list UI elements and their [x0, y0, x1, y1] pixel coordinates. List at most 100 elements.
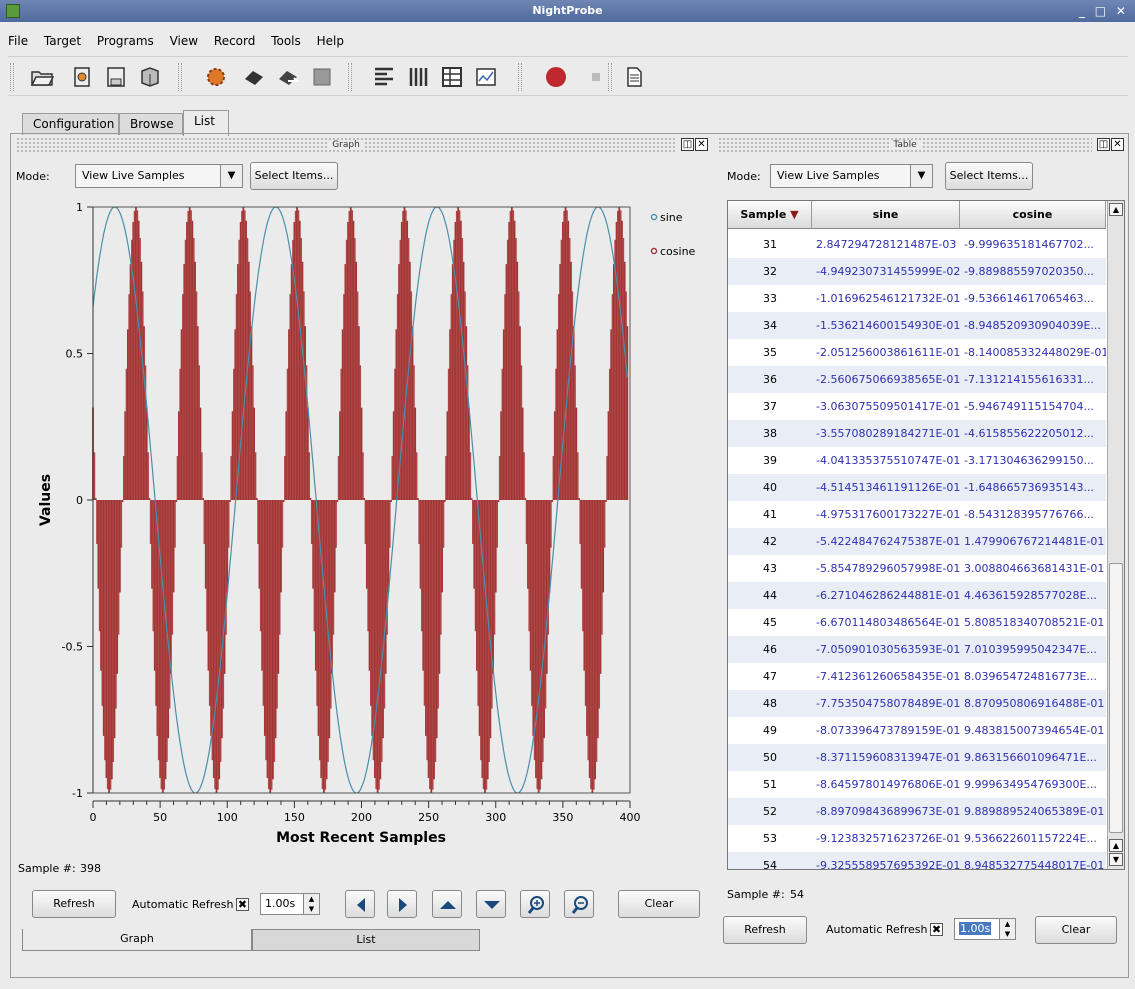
- table-dock-header[interactable]: Table: [718, 137, 1092, 153]
- record-icon[interactable]: [544, 65, 568, 89]
- table-row[interactable]: 35 -2.051256003861611E-01 -8.1400853324480…: [728, 339, 1106, 366]
- table-row[interactable]: 53 -9.123832571623726E-01 9.53662260115722…: [728, 825, 1106, 852]
- table-select-items-button[interactable]: Select Items...: [945, 162, 1033, 190]
- table-row[interactable]: 46 -7.050901030563593E-01 7.01039599504234…: [728, 636, 1106, 663]
- save-icon[interactable]: [104, 65, 128, 89]
- tab-browse[interactable]: Browse: [119, 113, 183, 135]
- columns-icon[interactable]: [406, 65, 430, 89]
- document-icon[interactable]: [622, 65, 646, 89]
- zoom-in-button[interactable]: [520, 890, 550, 918]
- graph-select-items-button[interactable]: Select Items...: [250, 162, 338, 190]
- graph-interval-spinbox[interactable]: 1.00s ▲ ▼: [260, 893, 320, 915]
- memory-icon[interactable]: [310, 65, 334, 89]
- scroll-left-button[interactable]: [345, 890, 375, 918]
- column-header-sample[interactable]: Sample ▼: [728, 201, 812, 229]
- table-row[interactable]: 31 2.847294728121487E-03 -9.99963518146770…: [728, 231, 1106, 258]
- gear-icon[interactable]: [204, 65, 228, 89]
- graph-mode-select[interactable]: View Live Samples ▼: [75, 164, 243, 188]
- scrollbar-thumb[interactable]: [1109, 563, 1123, 833]
- cell-sine: -7.050901030563593E-01: [816, 643, 961, 656]
- table-row[interactable]: 32 -4.949230731455999E-02 -9.8898855970203…: [728, 258, 1106, 285]
- table-close-button[interactable]: ✕: [1111, 138, 1124, 151]
- arrow-down-icon: [484, 901, 500, 909]
- cell-cosine: 9.536622601157224E...: [964, 832, 1097, 845]
- table-icon[interactable]: [440, 65, 464, 89]
- table-auto-refresh-checkbox[interactable]: ✖: [930, 923, 943, 936]
- menu-target[interactable]: Target: [38, 30, 87, 52]
- align-left-icon[interactable]: [372, 65, 396, 89]
- column-header-sine[interactable]: sine: [812, 201, 960, 229]
- graph-refresh-button[interactable]: Refresh: [32, 890, 116, 918]
- table-row[interactable]: 49 -8.073396473789159E-01 9.48381500739465…: [728, 717, 1106, 744]
- table-row[interactable]: 33 -1.016962546121732E-01 -9.5366146170654…: [728, 285, 1106, 312]
- table-row[interactable]: 48 -7.753504758078489E-01 8.87095080691648…: [728, 690, 1106, 717]
- target-icon[interactable]: [70, 65, 94, 89]
- menu-programs[interactable]: Programs: [91, 30, 160, 52]
- scroll-up-button[interactable]: [432, 890, 462, 918]
- scroll-down-arrow-icon[interactable]: ▼: [1109, 853, 1123, 866]
- table-clear-button[interactable]: Clear: [1035, 916, 1117, 944]
- window-controls[interactable]: _ □ ✕: [1079, 0, 1129, 22]
- cell-sine: -9.325558957695392E-01: [816, 859, 961, 870]
- scroll-down-button[interactable]: [476, 890, 506, 918]
- chip-arrow-icon[interactable]: [276, 65, 300, 89]
- graph-float-button[interactable]: ◫: [681, 138, 694, 151]
- table-sample-value: 54: [790, 888, 804, 901]
- table-vertical-scrollbar[interactable]: ▲ ▲ ▼: [1107, 201, 1124, 869]
- menu-help[interactable]: Help: [311, 30, 350, 52]
- table-refresh-button[interactable]: Refresh: [723, 916, 807, 944]
- spin-arrows-icon[interactable]: ▲ ▼: [303, 894, 319, 914]
- table-row[interactable]: 41 -4.975317600173227E-01 -8.5431283957767…: [728, 501, 1106, 528]
- table-row[interactable]: 44 -6.271046286244881E-01 4.46361592857702…: [728, 582, 1106, 609]
- menu-view[interactable]: View: [164, 30, 204, 52]
- bottom-tab-graph[interactable]: Graph: [22, 929, 252, 951]
- cosine-bar: [497, 500, 500, 502]
- table-row[interactable]: 34 -1.536214600154930E-01 -8.9485209309040…: [728, 312, 1106, 339]
- table-row[interactable]: 51 -8.645978014976806E-01 9.99963495476930…: [728, 771, 1106, 798]
- zoom-out-button[interactable]: [564, 890, 594, 918]
- scroll-up-arrow-icon[interactable]: ▲: [1109, 839, 1123, 852]
- table-row[interactable]: 36 -2.560675066938565E-01 -7.1312141556163…: [728, 366, 1106, 393]
- table-row[interactable]: 43 -5.854789296057998E-01 3.00880466368143…: [728, 555, 1106, 582]
- table-float-button[interactable]: ◫: [1097, 138, 1110, 151]
- graph-close-button[interactable]: ✕: [695, 138, 708, 151]
- table-row[interactable]: 45 -6.670114803486564E-01 5.80851834070852…: [728, 609, 1106, 636]
- table-interval-value: 1.00s: [959, 922, 992, 935]
- table-row[interactable]: 40 -4.514513461191126E-01 -1.6486657369351…: [728, 474, 1106, 501]
- x-axis: 0 50 100 150 200 250 300 350 400: [90, 800, 641, 824]
- menu-record[interactable]: Record: [208, 30, 261, 52]
- spin-arrows-icon[interactable]: ▲ ▼: [999, 919, 1015, 939]
- table-interval-spinbox[interactable]: 1.00s ▲ ▼: [954, 918, 1016, 940]
- tab-configuration[interactable]: Configuration: [22, 113, 119, 135]
- open-folder-icon[interactable]: [30, 65, 54, 89]
- graph-icon[interactable]: [474, 65, 498, 89]
- cell-sample: 49: [763, 724, 777, 737]
- cell-sample: 36: [763, 373, 777, 386]
- table-row[interactable]: 47 -7.412361260658435E-01 8.03965472481677…: [728, 663, 1106, 690]
- table-row[interactable]: 54 -9.325558957695392E-01 8.94853277544801…: [728, 852, 1106, 870]
- scroll-up-arrow-icon[interactable]: ▲: [1109, 203, 1123, 216]
- cube-icon[interactable]: [138, 65, 162, 89]
- table-row[interactable]: 38 -3.557080289184271E-01 -4.6158556222050…: [728, 420, 1106, 447]
- cell-sample: 50: [763, 751, 777, 764]
- graph-dock-header[interactable]: Graph: [16, 137, 676, 153]
- menu-file[interactable]: File: [0, 30, 34, 52]
- column-header-cosine[interactable]: cosine: [960, 201, 1106, 229]
- cell-sample: 41: [763, 508, 777, 521]
- graph-clear-button[interactable]: Clear: [618, 890, 700, 918]
- bottom-tab-list[interactable]: List: [252, 929, 480, 951]
- table-row[interactable]: 52 -8.897098436899673E-01 9.88988952406538…: [728, 798, 1106, 825]
- cell-sample: 39: [763, 454, 777, 467]
- table-row[interactable]: 42 -5.422484762475387E-01 1.47990676721448…: [728, 528, 1106, 555]
- table-row[interactable]: 37 -3.063075509501417E-01 -5.9467491151547…: [728, 393, 1106, 420]
- table-mode-select[interactable]: View Live Samples ▼: [770, 164, 933, 188]
- graph-auto-refresh-checkbox[interactable]: ✖: [236, 898, 249, 911]
- menu-tools[interactable]: Tools: [265, 30, 307, 52]
- cosine-bar: [578, 498, 580, 500]
- table-row[interactable]: 39 -4.041335375510747E-01 -3.1713046362991…: [728, 447, 1106, 474]
- table-row[interactable]: 50 -8.371159608313947E-01 9.86315660109647…: [728, 744, 1106, 771]
- scroll-right-button[interactable]: [387, 890, 417, 918]
- cosine-bar: [173, 500, 176, 548]
- stop-icon[interactable]: [584, 65, 608, 89]
- chip-icon[interactable]: [242, 65, 266, 89]
